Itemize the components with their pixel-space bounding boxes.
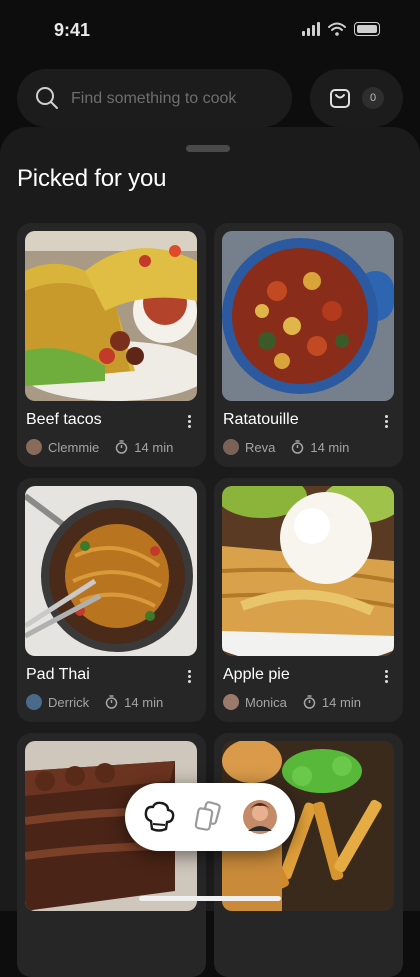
recipe-card[interactable] [214,733,403,977]
more-options-icon[interactable] [188,415,192,429]
author-avatar [26,439,42,455]
search-input[interactable] [69,69,283,129]
author-avatar [223,439,239,455]
author-name: Reva [245,439,276,455]
signal-icon [302,22,320,36]
section-title: Picked for you [17,165,167,192]
cart-button[interactable]: 0 [310,69,403,127]
more-options-icon[interactable] [188,670,192,684]
recipe-duration: 14 min [321,694,361,710]
status-icons [302,22,380,36]
recipe-meta: Monica 14 min [223,694,361,710]
cards-icon [194,801,221,831]
more-options-icon[interactable] [385,670,389,684]
author-name: Monica [245,694,287,710]
search-bar[interactable] [17,69,292,129]
recipe-card[interactable]: Pad Thai Derrick 14 min [17,478,206,722]
profile-avatar [243,800,277,834]
chef-hat-icon [144,801,175,832]
home-indicator [139,896,281,901]
author-name: Clemmie [48,439,100,455]
recipe-title: Apple pie [223,666,290,683]
status-bar: 9:41 [0,0,420,60]
author-name: Derrick [48,694,90,710]
wifi-icon [328,22,346,36]
timer-icon [105,695,118,709]
nav-profile[interactable] [242,799,278,835]
cart-count-badge: 0 [362,87,384,109]
nav-chef[interactable] [141,799,177,835]
recipe-image [25,231,197,401]
timer-icon [303,695,316,709]
recipe-card[interactable]: Apple pie Monica 14 min [214,478,403,722]
sheet-grabber[interactable] [186,145,230,152]
recipe-card[interactable] [17,733,206,977]
shopping-bag-icon [330,89,350,108]
recipe-duration: 14 min [310,439,350,455]
nav-cards[interactable] [191,799,227,835]
recipe-meta: Reva 14 min [223,439,349,455]
recipe-image [222,486,394,656]
timer-icon [116,440,128,454]
recipe-card[interactable]: Ratatouille Reva 14 min [214,223,403,467]
recipe-card[interactable]: Beef tacos Clemmie 14 min [17,223,206,467]
more-options-icon[interactable] [385,415,389,429]
bottom-nav [125,783,295,851]
recipe-meta: Clemmie 14 min [26,439,173,455]
timer-icon [292,440,304,454]
recipe-duration: 14 min [134,439,174,455]
recipe-title: Pad Thai [26,666,90,683]
recipe-meta: Derrick 14 min [26,694,163,710]
recipe-title: Ratatouille [223,411,299,428]
status-time: 9:41 [54,20,91,40]
recipe-image [222,231,394,401]
recipe-image [25,486,197,656]
author-avatar [26,694,42,710]
search-icon [36,87,58,109]
recipe-duration: 14 min [124,694,164,710]
author-avatar [223,694,239,710]
recipe-title: Beef tacos [26,411,102,428]
battery-icon [354,22,380,36]
